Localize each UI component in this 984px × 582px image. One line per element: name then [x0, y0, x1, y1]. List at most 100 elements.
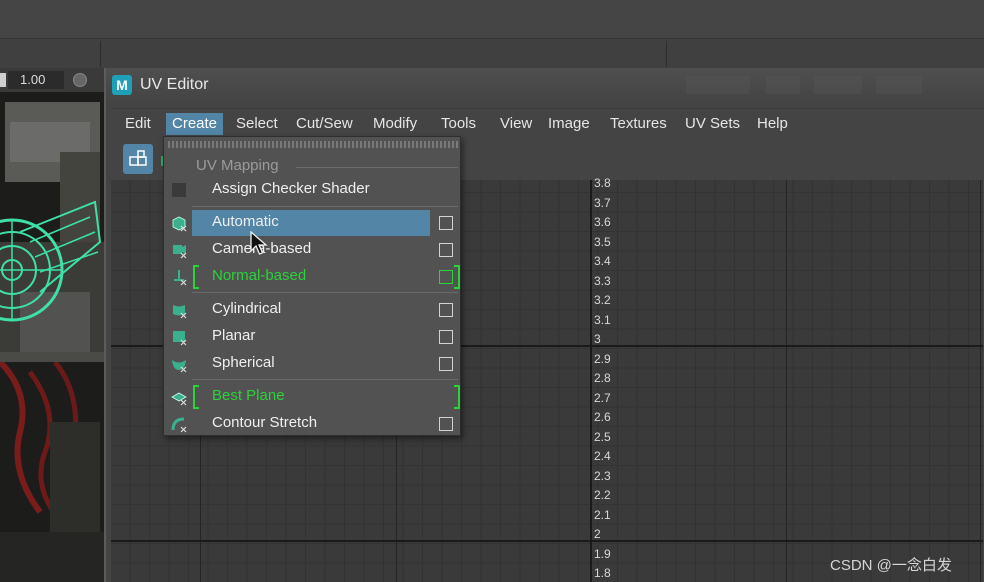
green-bracket-left	[193, 265, 199, 289]
menu-item-contour-stretch[interactable]: Contour Stretch	[164, 411, 460, 437]
menu-image[interactable]: Image	[542, 113, 596, 135]
menu-item-label: Automatic	[212, 213, 279, 230]
cylindrical-mapping-icon	[173, 305, 187, 319]
menu-divider	[192, 292, 458, 293]
scene-viewport[interactable]	[0, 92, 104, 582]
green-bracket-right	[454, 385, 460, 409]
zoom-field[interactable]: 1.00	[8, 71, 64, 89]
ghost-element	[766, 76, 800, 94]
v-axis-tick-label: 2	[594, 527, 601, 541]
v-axis-tick-label: 3.3	[594, 273, 611, 288]
menu-select[interactable]: Select	[230, 113, 284, 135]
menu-item-assign-checker-shader[interactable]: Assign Checker Shader	[164, 177, 460, 203]
menu-item-camera-based[interactable]: Camera-based	[164, 237, 460, 263]
uv-shell-icon	[129, 150, 147, 166]
menu-view[interactable]: View	[494, 113, 538, 135]
menu-tools[interactable]: Tools	[435, 113, 482, 135]
menu-item-label: Planar	[212, 327, 256, 344]
option-box-icon[interactable]	[439, 216, 453, 230]
v-axis-tick-label: 3.8	[594, 176, 611, 190]
grid-line	[980, 180, 981, 582]
maya-logo-icon: M	[112, 75, 132, 95]
option-box-icon[interactable]	[439, 417, 453, 431]
option-box-icon[interactable]	[439, 330, 453, 344]
v-axis-tick-label: 3.7	[594, 195, 611, 210]
v-axis-tick-label: 3.1	[594, 312, 611, 327]
menu-item-spherical[interactable]: Spherical	[164, 351, 460, 377]
screen: 1.00 M UV Editor Edit Create Select Cut/…	[0, 0, 984, 582]
window-title: UV Editor	[140, 76, 209, 93]
menu-item-cylindrical[interactable]: Cylindrical	[164, 297, 460, 323]
camera-mapping-icon	[173, 245, 187, 259]
scene-render	[0, 92, 104, 582]
v-axis-tick-label: 2.8	[594, 371, 611, 385]
uv-editor-titlebar[interactable]: M UV Editor	[106, 68, 984, 102]
v-axis-tick-label: 2.1	[594, 507, 611, 522]
viewport-toolbar: 1.00	[0, 68, 104, 92]
menu-item-label: Cylindrical	[212, 300, 282, 317]
menu-item-automatic[interactable]: Automatic	[164, 210, 460, 236]
tear-off-handle[interactable]	[168, 141, 458, 148]
option-box-icon[interactable]	[439, 357, 453, 371]
v-axis-tick-label: 2.7	[594, 390, 611, 405]
menu-divider	[192, 206, 458, 207]
option-box-icon[interactable]	[439, 303, 453, 317]
menu-item-best-plane[interactable]: Best Plane	[164, 384, 460, 410]
option-box-icon[interactable]	[439, 270, 453, 284]
v-axis-tick-label: 3.4	[594, 254, 611, 268]
v-axis-tick-label: 3	[594, 332, 601, 346]
menu-uv-sets[interactable]: UV Sets	[679, 113, 746, 135]
v-axis-tick-label: 3.5	[594, 234, 611, 249]
create-menu-dropdown: UV Mapping Assign Checker Shader Automat…	[163, 136, 461, 436]
toolbar-separator	[666, 41, 667, 67]
toolbar-separator	[100, 41, 101, 67]
automatic-mapping-icon	[172, 216, 187, 232]
v-axis-tick-label: 2.5	[594, 429, 611, 444]
green-bracket-left	[193, 385, 199, 409]
menu-item-planar[interactable]: Planar	[164, 324, 460, 350]
checker-icon	[172, 183, 186, 197]
main-window-header	[0, 0, 984, 38]
contour-stretch-icon	[171, 417, 187, 433]
v-axis-tick-label: 2.9	[594, 351, 611, 366]
menu-textures[interactable]: Textures	[604, 113, 673, 135]
v-axis-tick-label: 2.4	[594, 449, 611, 463]
option-box-icon[interactable]	[439, 243, 453, 257]
v-axis-tick-label: 1.8	[594, 566, 611, 580]
mouse-pointer-icon	[250, 231, 268, 255]
menu-item-label: Normal-based	[212, 267, 307, 284]
v-axis-tick-label: 1.9	[594, 546, 611, 561]
v-axis-tick-label: 3.6	[594, 215, 611, 229]
circle-icon[interactable]	[73, 73, 87, 87]
menu-item-label: Contour Stretch	[212, 414, 318, 431]
uv-editor-menubar: Edit Create Select Cut/Sew Modify Tools …	[111, 108, 983, 138]
ghost-element	[814, 76, 862, 94]
v-axis-tick-label: 2.2	[594, 488, 611, 502]
watermark: CSDN @一念白发	[830, 557, 952, 574]
field-icon	[0, 73, 6, 87]
section-title-uv-mapping: UV Mapping	[196, 157, 279, 174]
menu-item-label: Spherical	[212, 354, 275, 371]
best-plane-icon	[171, 392, 187, 406]
ghost-element	[686, 76, 750, 94]
grid-axis-v	[590, 180, 592, 582]
uv-toolkit-button[interactable]	[123, 144, 153, 174]
menu-create[interactable]: Create	[166, 113, 224, 135]
v-axis-tick-label: 3.2	[594, 293, 611, 307]
normal-mapping-icon	[174, 270, 187, 286]
menu-item-normal-based[interactable]: Normal-based	[164, 264, 460, 290]
planar-mapping-icon	[173, 331, 187, 346]
menu-modify[interactable]: Modify	[367, 113, 423, 135]
menu-help[interactable]: Help	[751, 113, 794, 135]
menu-item-label: Assign Checker Shader	[212, 180, 370, 197]
grid-line-major	[111, 540, 983, 542]
section-divider	[296, 167, 458, 168]
v-axis-tick-label: 2.3	[594, 468, 611, 483]
menu-item-label: Best Plane	[212, 387, 285, 404]
menu-divider	[192, 379, 458, 380]
menu-cut-sew[interactable]: Cut/Sew	[290, 113, 359, 135]
menu-edit[interactable]: Edit	[119, 113, 157, 135]
v-axis-tick-label: 2.6	[594, 410, 611, 424]
green-bracket-right	[454, 265, 460, 289]
ghost-element	[876, 76, 922, 94]
